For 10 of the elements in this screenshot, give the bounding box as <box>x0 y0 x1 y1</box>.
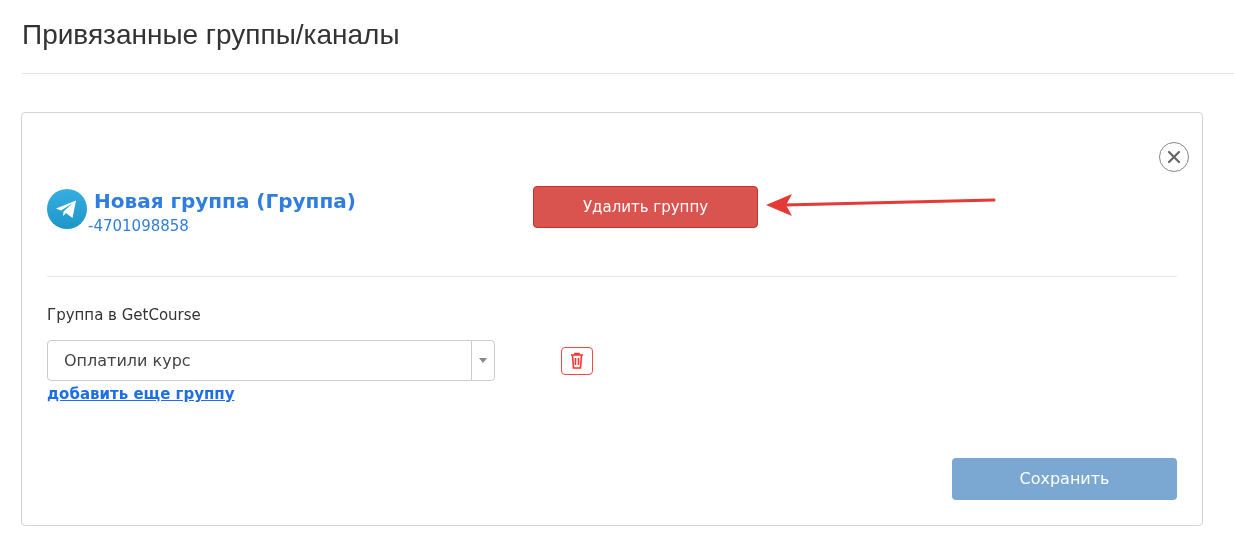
telegram-icon <box>47 189 87 229</box>
dropdown-caret-icon <box>479 358 487 363</box>
group-name: Новая группа (Группа) <box>94 188 356 215</box>
delete-group-button[interactable]: Удалить группу <box>533 186 758 228</box>
page-title: Привязанные группы/каналы <box>22 18 401 52</box>
group-id: -4701098858 <box>88 216 190 237</box>
add-group-link[interactable]: добавить еще группу <box>47 383 235 406</box>
group-select[interactable]: Оплатили курс <box>47 340 495 381</box>
field-label: Группа в GetCourse <box>47 305 202 326</box>
delete-icon[interactable] <box>561 346 593 375</box>
